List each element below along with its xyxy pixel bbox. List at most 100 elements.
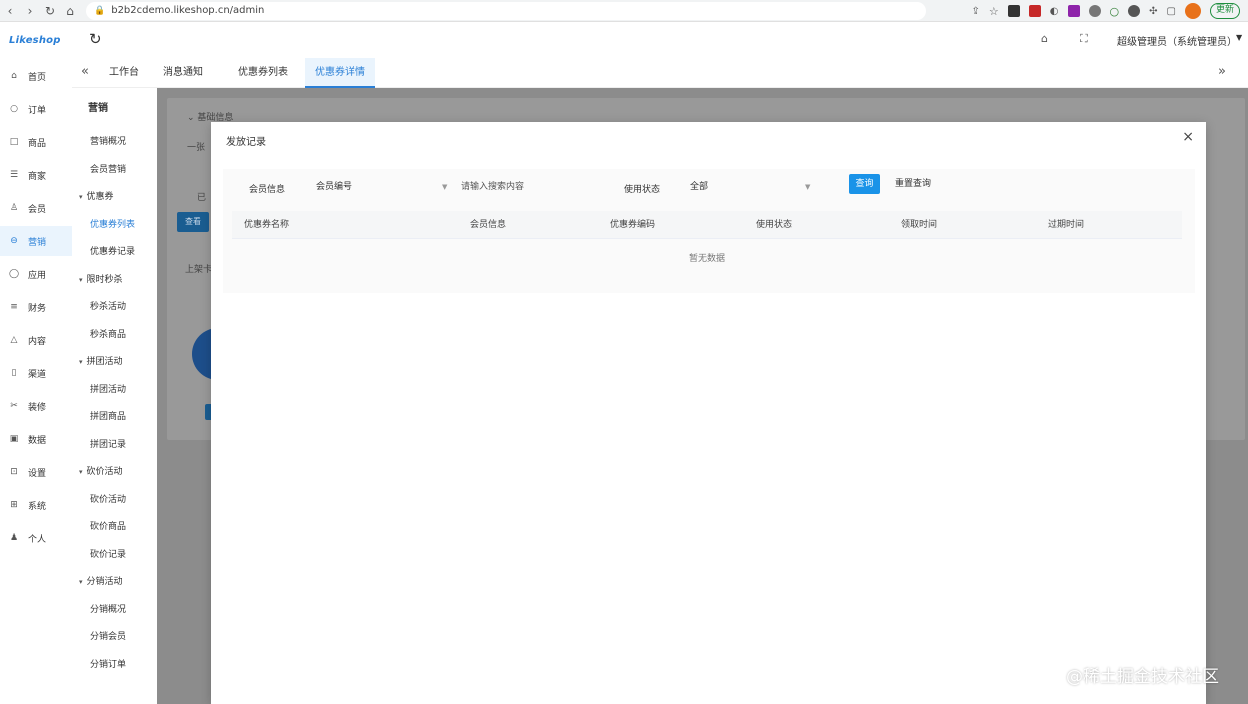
sub-menu-group[interactable]: ▾ 分销活动	[72, 571, 157, 593]
notification-icon[interactable]: ⌂	[1041, 32, 1048, 45]
use-status-select[interactable]: 全部	[690, 178, 814, 196]
page-tab[interactable]: 优惠券详情	[305, 58, 375, 88]
fullscreen-icon[interactable]: ⛶	[1080, 32, 1088, 46]
chevron-down-icon[interactable]: ▼	[805, 178, 810, 196]
sub-menu-label: 优惠券记录	[90, 247, 136, 257]
sidebar-item[interactable]: △ 内容	[0, 325, 72, 355]
sidebar-item-label: 设置	[28, 468, 47, 479]
extension-icon[interactable]	[1128, 5, 1141, 17]
sidebar-item[interactable]: ≡ 财务	[0, 292, 72, 322]
sub-menu-item[interactable]: 分销订单	[72, 654, 157, 676]
sub-menu-item[interactable]: 砍价记录	[72, 544, 157, 566]
extension-icon[interactable]	[1007, 5, 1020, 17]
sidebar-item[interactable]: ⌂ 首页	[0, 61, 72, 91]
tabs-scroll-left-icon[interactable]: «	[81, 64, 89, 79]
reset-button[interactable]: 重置查询	[895, 174, 931, 194]
sidebar-item[interactable]: ⊡ 设置	[0, 457, 72, 487]
sub-menu-item[interactable]: 分销会员	[72, 626, 157, 648]
reload-icon[interactable]: ↻	[40, 1, 60, 21]
sidebar-item[interactable]: ◯ 应用	[0, 259, 72, 289]
query-button[interactable]: 查询	[849, 174, 880, 194]
chevron-down-icon[interactable]: ▼	[1236, 33, 1242, 42]
extensions-area: ⇪ ☆ ◐ ○ ✣ ▢ 更新	[972, 2, 1240, 20]
sub-menu-item[interactable]: 分销概况	[72, 599, 157, 621]
sub-menu-item[interactable]: 拼团活动	[72, 379, 157, 401]
extension-icon[interactable]: ◐	[1050, 6, 1059, 17]
application-icon: ◯	[8, 269, 20, 279]
extension-icon[interactable]: ○	[1110, 5, 1120, 18]
sub-menu-group[interactable]: ▾ 砍价活动	[72, 461, 157, 483]
sub-menu-item[interactable]: 拼团记录	[72, 434, 157, 456]
sub-menu-label: 拼团商品	[90, 412, 127, 422]
member-info-label: 会员信息	[249, 185, 286, 195]
lock-icon: 🔒	[94, 5, 106, 16]
page-tab[interactable]: 优惠券列表	[228, 58, 298, 88]
column-header: 过期时间	[1048, 220, 1085, 230]
sub-menu-group[interactable]: ▾ 限时秒杀	[72, 269, 157, 291]
back-icon[interactable]: ‹	[0, 1, 20, 21]
sidebar-item[interactable]: ☰ 商家	[0, 160, 72, 190]
admin-name[interactable]: 超级管理员（系统管理员）	[1117, 33, 1237, 48]
page-tab[interactable]: 工作台	[99, 58, 149, 88]
sub-menu-label: 砍价活动	[86, 467, 123, 477]
sub-menu-item[interactable]: 优惠券列表	[72, 214, 157, 236]
goods-icon: □	[9, 137, 19, 147]
settings-icon: ⊡	[10, 467, 18, 477]
finance-icon: ≡	[10, 302, 18, 312]
sub-menu-label: 优惠券	[86, 192, 114, 202]
channel-icon: ▯	[11, 368, 17, 378]
member-field-select[interactable]: 会员编号	[316, 178, 444, 196]
sub-menu-item[interactable]: 优惠券记录	[72, 241, 157, 263]
sidebar-icon[interactable]: ▢	[1167, 6, 1176, 17]
sidebar-item-label: 订单	[28, 105, 47, 116]
sub-menu-item[interactable]: 砍价商品	[72, 516, 157, 538]
sub-menu-item[interactable]: 拼团商品	[72, 406, 157, 428]
forward-icon[interactable]: ›	[20, 1, 40, 21]
sidebar-item[interactable]: ▣ 数据	[0, 424, 72, 454]
profile-avatar[interactable]	[1184, 3, 1201, 19]
sub-menu-group[interactable]: ▾ 优惠券	[72, 186, 157, 208]
sub-menu-label: 分销概况	[90, 604, 127, 615]
sub-menu-label: 优惠券列表	[90, 219, 136, 230]
sidebar-item[interactable]: ♟ 个人	[0, 523, 72, 553]
sidebar-item[interactable]: ▯ 渠道	[0, 358, 72, 388]
update-button[interactable]: 更新	[1209, 3, 1240, 19]
column-header: 使用状态	[756, 220, 793, 230]
member-search-input[interactable]: 请输入搜索内容	[461, 178, 611, 196]
sidebar-item[interactable]: □ 商品	[0, 127, 72, 157]
sidebar-item[interactable]: ○ 订单	[0, 94, 72, 124]
page-tab[interactable]: 消息通知	[153, 58, 213, 88]
chevron-down-icon[interactable]: ▼	[442, 178, 447, 196]
sidebar-item[interactable]: ⊞ 系统	[0, 490, 72, 520]
extension-icon[interactable]	[1028, 5, 1041, 17]
chevron-down-icon: ▾	[79, 468, 83, 476]
extension-icon[interactable]	[1067, 5, 1080, 17]
share-icon[interactable]: ⇪	[972, 6, 980, 17]
sidebar-item[interactable]: ✂ 装修	[0, 391, 72, 421]
sub-menu-item[interactable]: 秒杀活动	[72, 296, 157, 318]
sidebar-item-label: 首页	[28, 72, 47, 83]
sub-menu-item[interactable]: 会员营销	[72, 159, 157, 181]
address-bar[interactable]: 🔒 b2b2cdemo.likeshop.cn/admin	[86, 1, 926, 20]
records-table-header: 优惠券名称 会员信息 优惠券编码 使用状态 领取时间 过期时间	[232, 211, 1182, 239]
status-select-value: 全部	[690, 182, 709, 192]
sub-menu-label: 分销会员	[90, 632, 127, 642]
puzzle-icon[interactable]: ✣	[1149, 6, 1157, 17]
sidebar-item[interactable]: ♙ 会员	[0, 193, 72, 223]
sub-menu-label: 拼团活动	[86, 357, 123, 367]
extension-icon[interactable]	[1088, 5, 1101, 17]
column-header: 优惠券编码	[610, 220, 656, 230]
sub-menu-item[interactable]: 营销概况	[72, 131, 157, 153]
sub-menu-group[interactable]: ▾ 拼团活动	[72, 351, 157, 373]
sidebar-item-label: 内容	[28, 336, 47, 347]
sub-menu-item[interactable]: 秒杀商品	[72, 324, 157, 346]
sub-menu-item[interactable]: 砍价活动	[72, 489, 157, 511]
sidebar-item-label: 应用	[28, 270, 47, 281]
close-icon[interactable]: ×	[1182, 130, 1194, 144]
tabs-scroll-right-icon[interactable]: »	[1218, 64, 1226, 79]
refresh-icon[interactable]: ↻	[89, 30, 102, 48]
home-icon[interactable]: ⌂	[60, 1, 80, 21]
sidebar-item[interactable]: ⊖ 营销	[0, 226, 72, 256]
bookmark-star-icon[interactable]: ☆	[989, 5, 999, 18]
sub-menu-label: 秒杀活动	[90, 302, 127, 312]
